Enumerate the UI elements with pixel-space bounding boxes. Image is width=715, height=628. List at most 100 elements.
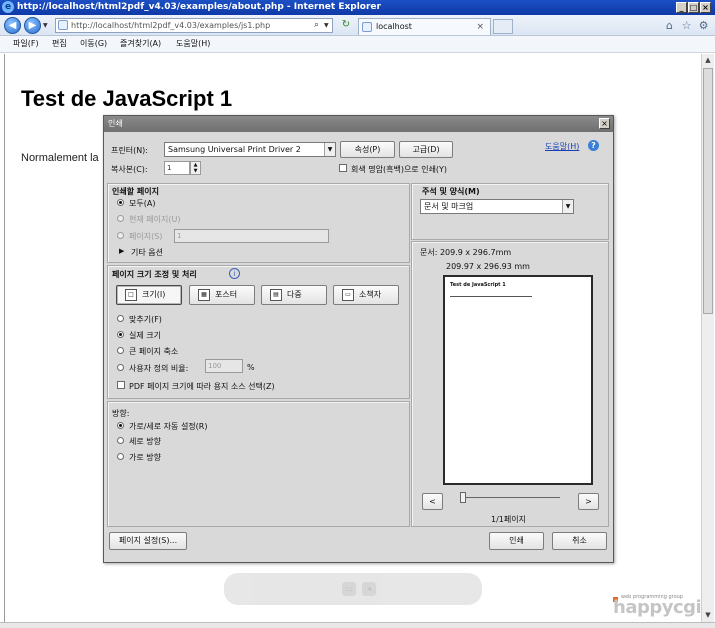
size-tile-button[interactable]: □ 크기(I)	[116, 285, 182, 305]
scroll-up-icon[interactable]: ▲	[702, 54, 714, 66]
print-button[interactable]: 인쇄	[489, 532, 544, 550]
tab-title: localhost	[376, 22, 412, 31]
radio-landscape[interactable]	[117, 453, 124, 460]
history-dropdown-icon[interactable]: ▼	[43, 22, 48, 29]
page-size-icon: □	[125, 289, 137, 301]
tab-page-icon	[362, 22, 372, 32]
radio-actual-size[interactable]	[117, 331, 124, 338]
printer-label: 프린터(N):	[111, 146, 149, 155]
multiple-tile-button[interactable]: ▤ 다중	[261, 285, 327, 305]
address-text: http://localhost/html2pdf_v4.03/examples…	[71, 21, 271, 30]
dialog-titlebar: 인쇄	[104, 116, 613, 132]
page-sizing-header: 페이지 크기 조정 및 처리	[112, 270, 197, 279]
pdf-floating-toolbar: ▭ ◂	[224, 573, 482, 605]
close-window-button[interactable]: ×	[700, 2, 711, 13]
cancel-button[interactable]: 취소	[552, 532, 607, 550]
window-title: http://localhost/html2pdf_v4.03/examples…	[17, 2, 381, 12]
paper-source-checkbox[interactable]	[117, 381, 125, 389]
radio-auto-orientation-label: 가로/세로 자동 설정(R)	[129, 422, 208, 431]
radio-current-page-label: 현재 페이지(U)	[129, 215, 181, 224]
multiple-pages-icon: ▤	[270, 289, 282, 301]
radio-shrink[interactable]	[117, 347, 124, 354]
pages-input[interactable]: 1	[174, 229, 329, 243]
radio-portrait[interactable]	[117, 437, 124, 444]
maximize-button[interactable]: □	[688, 2, 699, 13]
menu-edit[interactable]: 편집	[52, 36, 67, 52]
paper-source-label: PDF 페이지 크기에 따라 용지 소스 선택(Z)	[129, 382, 275, 391]
previous-page-button[interactable]: <	[422, 493, 443, 510]
help-icon[interactable]: ?	[588, 140, 599, 151]
radio-custom-scale-label: 사용자 정의 비율:	[129, 364, 189, 373]
grayscale-label: 회색 명암(흑백)으로 인쇄(Y)	[351, 165, 448, 174]
close-tab-icon[interactable]: ×	[476, 19, 484, 35]
radio-custom-scale[interactable]	[117, 364, 124, 371]
radio-auto-orientation[interactable]	[117, 422, 124, 429]
help-link[interactable]: 도움말(H)	[545, 141, 579, 152]
dialog-title: 인쇄	[108, 119, 123, 128]
poster-tile-button[interactable]: ▦ 포스터	[189, 285, 255, 305]
copies-input[interactable]: 1	[164, 161, 190, 175]
page-slider-thumb[interactable]	[460, 492, 466, 503]
pdf-toolbar-icon: ▭	[342, 582, 356, 596]
page-indicator: 1/1페이지	[491, 515, 526, 524]
radio-portrait-label: 세로 방향	[129, 437, 161, 446]
menu-bar: 파일(F) 편집 이동(G) 즐겨찾기(A) 도움말(H)	[0, 36, 715, 53]
paper-size: 209.97 x 296.93 mm	[446, 262, 530, 271]
minimize-button[interactable]: _	[676, 2, 687, 13]
menu-favorites[interactable]: 즐겨찾기(A)	[120, 36, 161, 52]
radio-fit-label: 맞추기(F)	[129, 315, 162, 324]
advanced-button[interactable]: 고급(D)	[399, 141, 453, 158]
page-slider-track[interactable]	[460, 497, 560, 498]
comments-value: 문서 및 마크업	[424, 202, 474, 211]
radio-current-page[interactable]	[117, 215, 124, 222]
radio-all[interactable]	[117, 199, 124, 206]
next-page-button[interactable]: >	[578, 493, 599, 510]
radio-landscape-label: 가로 방향	[129, 453, 161, 462]
copies-label: 복사본(C):	[111, 165, 148, 174]
preview-page: Test de JavaScript 1	[443, 275, 593, 485]
chevron-down-icon: ▼	[562, 200, 573, 213]
preview-text-line	[450, 296, 532, 297]
window-titlebar: e http://localhost/html2pdf_v4.03/exampl…	[0, 0, 715, 15]
browser-tab[interactable]: localhost ×	[358, 18, 491, 35]
radio-pages[interactable]	[117, 232, 124, 239]
radio-fit[interactable]	[117, 315, 124, 322]
home-icon[interactable]: ⌂	[663, 19, 676, 32]
menu-help[interactable]: 도움말(H)	[176, 36, 210, 52]
scrollbar-thumb[interactable]	[703, 68, 713, 314]
printer-select[interactable]: Samsung Universal Print Driver 2 ▼	[164, 142, 336, 157]
back-button[interactable]: ◀	[4, 17, 21, 34]
scale-input[interactable]: 100	[205, 359, 243, 373]
dialog-close-button[interactable]: ×	[599, 118, 610, 129]
gear-icon[interactable]: ⚙	[697, 19, 710, 32]
address-dropdown-icon[interactable]: ▼	[324, 22, 329, 29]
properties-button[interactable]: 속성(P)	[340, 141, 395, 158]
forward-button[interactable]: ▶	[24, 17, 41, 34]
more-options-label[interactable]: 기타 옵션	[131, 247, 163, 258]
grayscale-checkbox[interactable]	[339, 164, 347, 172]
logo-wordmark: happycgi	[613, 597, 702, 618]
copies-stepper[interactable]: ▲ ▼	[190, 161, 201, 175]
booklet-icon: ▭	[342, 289, 354, 301]
pdf-toolbar-icon: ◂	[362, 582, 376, 596]
page-icon	[58, 20, 68, 30]
preview-page-title: Test de JavaScript 1	[450, 282, 506, 288]
new-tab-button[interactable]	[493, 19, 513, 34]
page-setup-button[interactable]: 페이지 설정(S)...	[109, 532, 187, 550]
search-icon[interactable]: ⌕	[314, 20, 319, 30]
info-icon[interactable]: i	[229, 268, 240, 279]
refresh-icon[interactable]: ↻	[339, 19, 353, 32]
menu-file[interactable]: 파일(F)	[13, 36, 39, 52]
orientation-panel: 방향:	[107, 401, 410, 527]
menu-go[interactable]: 이동(G)	[80, 36, 107, 52]
poster-icon: ▦	[198, 289, 210, 301]
comments-select[interactable]: 문서 및 마크업 ▼	[420, 199, 574, 214]
radio-shrink-label: 큰 페이지 축소	[129, 347, 179, 356]
address-bar[interactable]: http://localhost/html2pdf_v4.03/examples…	[55, 18, 333, 33]
page-paragraph: Normalement la	[21, 152, 99, 164]
booklet-tile-button[interactable]: ▭ 소책자	[333, 285, 399, 305]
orientation-header: 방향:	[112, 409, 130, 418]
favorites-icon[interactable]: ☆	[680, 19, 693, 32]
more-options-chevron-icon[interactable]: ▶	[119, 247, 124, 255]
vertical-scrollbar[interactable]: ▲ ▼	[701, 54, 714, 622]
